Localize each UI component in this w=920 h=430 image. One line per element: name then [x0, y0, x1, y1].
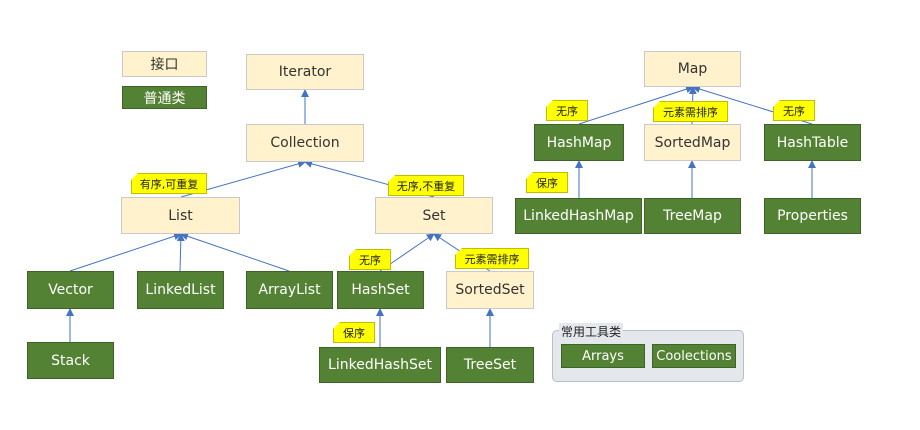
node-set: Set [375, 197, 493, 234]
node-hashtable: HashTable [764, 124, 861, 161]
tag-list: 有序,可重复 [131, 173, 207, 194]
edge-vector-list [69, 232, 182, 272]
tag-hashset: 无序 [349, 249, 391, 270]
node-sortedset: SortedSet [446, 271, 534, 309]
tag-hashtable: 无序 [773, 100, 815, 121]
node-hashset: HashSet [337, 271, 424, 309]
edge-linkedlist-list [176, 233, 185, 272]
node-vector: Vector [27, 271, 114, 309]
node-list: List [121, 197, 240, 234]
node-stack: Stack [27, 342, 114, 379]
node-linkedlist: LinkedList [137, 271, 224, 309]
node-linkedhashmap: LinkedHashMap [515, 198, 642, 234]
node-map: Map [644, 51, 741, 87]
legend-interface: 接口 [122, 51, 207, 77]
legend-class: 普通类 [122, 86, 207, 109]
tool-arrays: Arrays [561, 344, 645, 368]
tag-linkedhashset: 保序 [333, 322, 375, 343]
tool-collections: Coolections [652, 344, 736, 368]
tag-hashmap: 无序 [546, 100, 588, 121]
edge-arraylist-list [180, 232, 290, 272]
tag-linkedhashmap: 保序 [526, 172, 568, 193]
tag-set: 无序,不重复 [388, 175, 464, 196]
node-properties: Properties [764, 198, 861, 234]
node-collection: Collection [246, 124, 364, 162]
node-sortedmap: SortedMap [644, 124, 741, 161]
tools-title: 常用工具类 [559, 323, 624, 340]
node-arraylist: ArrayList [246, 271, 333, 309]
node-iterator: Iterator [246, 54, 364, 90]
node-hashmap: HashMap [534, 124, 624, 161]
node-treemap: TreeMap [644, 198, 741, 234]
node-treeset: TreeSet [446, 347, 534, 383]
node-linkedhashset: LinkedHashSet [319, 347, 441, 383]
tag-sortedset: 元素需排序 [455, 248, 529, 269]
tag-sortedmap: 元素需排序 [653, 101, 728, 122]
